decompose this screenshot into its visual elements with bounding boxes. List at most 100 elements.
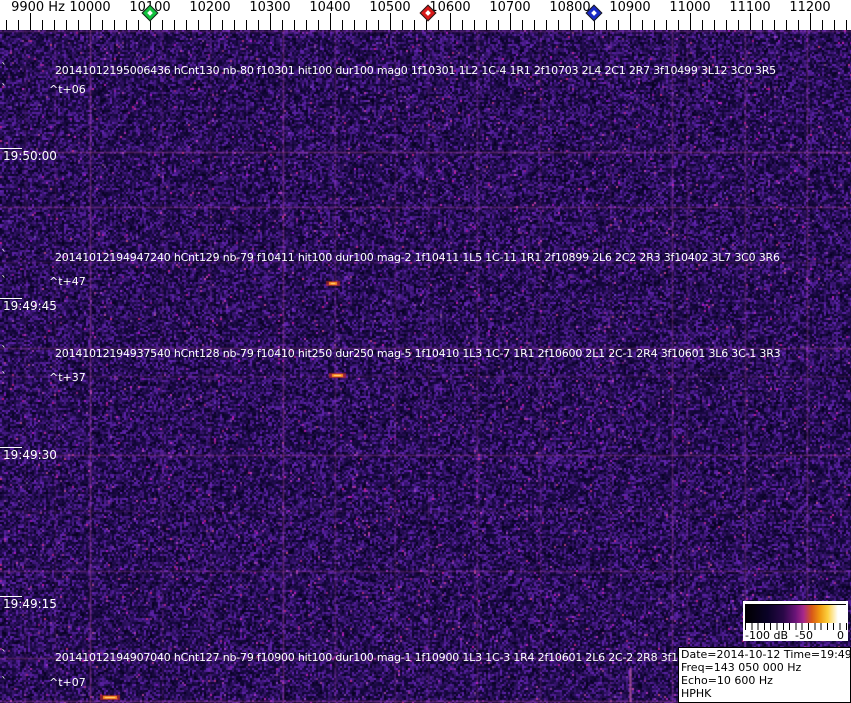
ruler-tick bbox=[654, 20, 655, 30]
ruler-freq-label: 11200 bbox=[789, 0, 831, 15]
ruler-tick bbox=[294, 20, 295, 30]
info-app-name: HPHK bbox=[681, 687, 712, 700]
ruler-tick bbox=[534, 20, 535, 30]
hphk-spectrogram-window: 9900 Hz100001010010200103001040010500106… bbox=[0, 0, 851, 703]
ruler-tick bbox=[606, 20, 607, 30]
db-label-min: -100 dB bbox=[745, 629, 788, 642]
ruler-freq-label: 11100 bbox=[729, 0, 771, 15]
ruler-tick bbox=[306, 20, 307, 30]
ruler-tick bbox=[546, 20, 547, 30]
ruler-freq-label: 10400 bbox=[309, 0, 351, 15]
ruler-tick bbox=[318, 20, 319, 30]
ruler-tick bbox=[738, 20, 739, 30]
frequency-ruler: 9900 Hz100001010010200103001040010500106… bbox=[0, 0, 851, 30]
ruler-tick bbox=[54, 20, 55, 30]
ruler-tick bbox=[462, 20, 463, 30]
ruler-tick bbox=[210, 13, 211, 30]
ruler-freq-label: 10900 bbox=[609, 0, 651, 15]
ruler-tick bbox=[510, 13, 511, 30]
ruler-tick bbox=[474, 20, 475, 30]
detection-record-text: 20141012194947240 hCnt129 nb-79 f10411 h… bbox=[55, 251, 780, 264]
ruler-tick bbox=[678, 20, 679, 30]
ruler-tick bbox=[366, 20, 367, 30]
ruler-tick bbox=[426, 20, 427, 30]
ruler-tick bbox=[186, 20, 187, 30]
ruler-tick bbox=[798, 20, 799, 30]
ruler-tick bbox=[42, 20, 43, 30]
ruler-tick bbox=[486, 20, 487, 30]
ruler-tick bbox=[138, 20, 139, 30]
detection-edge-tick: ` bbox=[1, 82, 7, 96]
info-frequency: Freq=143 050 000 Hz bbox=[681, 661, 802, 674]
spectrogram-display bbox=[0, 30, 851, 703]
db-color-legend: -100 dB -50 0 bbox=[743, 601, 848, 642]
ruler-tick bbox=[750, 13, 751, 30]
db-gradient-bar bbox=[745, 604, 846, 623]
detection-edge-tick: ` bbox=[1, 274, 7, 288]
ruler-tick bbox=[498, 20, 499, 30]
ruler-tick bbox=[126, 20, 127, 30]
ruler-tick bbox=[90, 13, 91, 30]
info-date-time: Date=2014-10-12 Time=19:49 UTC bbox=[681, 648, 851, 661]
marker-center-dot bbox=[147, 10, 153, 16]
ruler-tick bbox=[450, 13, 451, 30]
ruler-tick bbox=[714, 20, 715, 30]
ruler-tick bbox=[78, 20, 79, 30]
time-label: 19:49:30 bbox=[3, 448, 57, 462]
ruler-tick bbox=[66, 20, 67, 30]
time-label: 19:50:00 bbox=[3, 149, 57, 163]
detection-offset-label: ^t+37 bbox=[49, 371, 86, 384]
ruler-tick bbox=[222, 20, 223, 30]
ruler-tick bbox=[114, 20, 115, 30]
ruler-tick bbox=[630, 13, 631, 30]
ruler-freq-label: 10700 bbox=[489, 0, 531, 15]
ruler-freq-label: 10500 bbox=[369, 0, 411, 15]
ruler-tick bbox=[438, 20, 439, 30]
ruler-tick bbox=[810, 13, 811, 30]
ruler-tick bbox=[414, 20, 415, 30]
ruler-tick bbox=[342, 20, 343, 30]
ruler-tick bbox=[834, 20, 835, 30]
ruler-tick bbox=[270, 13, 271, 30]
ruler-freq-label: 10000 bbox=[69, 0, 111, 15]
detection-record-text: 20141012195006436 hCnt130 nb-80 f10301 h… bbox=[55, 64, 776, 77]
ruler-freq-label: 11000 bbox=[669, 0, 711, 15]
db-label-mid: -50 bbox=[795, 629, 813, 642]
ruler-tick bbox=[666, 20, 667, 30]
marker-center-dot bbox=[425, 10, 431, 16]
ruler-tick bbox=[846, 20, 847, 30]
ruler-tick bbox=[402, 20, 403, 30]
ruler-tick bbox=[774, 20, 775, 30]
ruler-tick bbox=[246, 20, 247, 30]
ruler-freq-label: 9900 Hz bbox=[11, 0, 65, 15]
detection-edge-tick: ` bbox=[1, 344, 7, 358]
detection-edge-tick: ` bbox=[1, 648, 7, 662]
status-info-box: Date=2014-10-12 Time=19:49 UTC Freq=143 … bbox=[678, 647, 851, 703]
ruler-tick bbox=[198, 20, 199, 30]
ruler-tick bbox=[822, 20, 823, 30]
ruler-tick bbox=[762, 20, 763, 30]
marker-center-dot bbox=[591, 10, 597, 16]
ruler-tick bbox=[174, 20, 175, 30]
time-label: 19:49:15 bbox=[3, 597, 57, 611]
time-label: 19:49:45 bbox=[3, 299, 57, 313]
ruler-tick bbox=[258, 20, 259, 30]
ruler-tick bbox=[378, 20, 379, 30]
ruler-tick bbox=[18, 20, 19, 30]
ruler-tick bbox=[354, 20, 355, 30]
ruler-freq-label: 10300 bbox=[249, 0, 291, 15]
ruler-tick bbox=[582, 20, 583, 30]
detection-record-text: 20141012194907040 hCnt127 nb-79 f10900 h… bbox=[55, 651, 753, 664]
detection-offset-label: ^t+47 bbox=[49, 275, 86, 288]
ruler-tick bbox=[558, 20, 559, 30]
ruler-tick bbox=[330, 13, 331, 30]
detection-edge-tick: ` bbox=[1, 675, 7, 689]
ruler-tick bbox=[6, 20, 7, 30]
ruler-tick bbox=[786, 20, 787, 30]
db-label-max: 0 bbox=[837, 629, 844, 642]
detection-edge-tick: ` bbox=[1, 248, 7, 262]
ruler-tick bbox=[618, 20, 619, 30]
ruler-tick bbox=[726, 20, 727, 30]
ruler-tick bbox=[234, 20, 235, 30]
detection-edge-tick: ` bbox=[1, 370, 7, 384]
